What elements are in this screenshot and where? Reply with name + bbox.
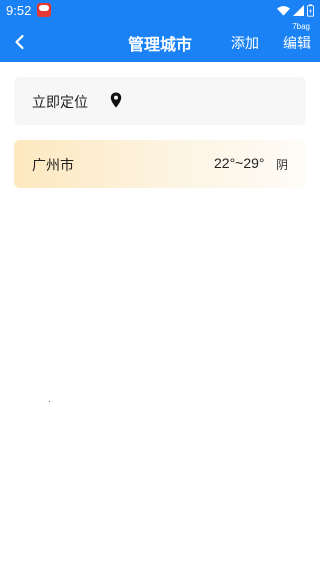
location-pin-icon xyxy=(110,92,122,108)
city-item[interactable]: 广州市 22°~29° 阴 xyxy=(14,140,306,188)
status-bar: 9:52 xyxy=(0,0,320,22)
locate-now-button[interactable]: 立即定位 xyxy=(14,77,306,125)
app-notification-icon xyxy=(37,3,51,17)
manage-cities-screen: 9:52 7bag 管理城市 添加 编辑 立即定位 广州市 22°~29° 阴 xyxy=(0,0,320,569)
city-temperature: 22°~29° xyxy=(214,155,265,171)
locate-label: 立即定位 xyxy=(32,95,88,111)
status-icons xyxy=(277,4,314,17)
signal-icon xyxy=(293,5,304,16)
status-time: 9:52 xyxy=(6,3,32,18)
edit-button[interactable]: 编辑 xyxy=(283,33,311,53)
header: 管理城市 添加 编辑 xyxy=(0,22,320,62)
add-button[interactable]: 添加 xyxy=(231,33,259,53)
city-name: 广州市 xyxy=(32,158,74,174)
page-title: 管理城市 xyxy=(127,35,192,54)
city-weather: 阴 xyxy=(276,158,289,172)
stray-dot xyxy=(49,401,50,402)
wifi-icon xyxy=(277,5,290,16)
battery-icon xyxy=(307,4,314,17)
top-bar: 9:52 7bag 管理城市 添加 编辑 xyxy=(0,0,320,62)
